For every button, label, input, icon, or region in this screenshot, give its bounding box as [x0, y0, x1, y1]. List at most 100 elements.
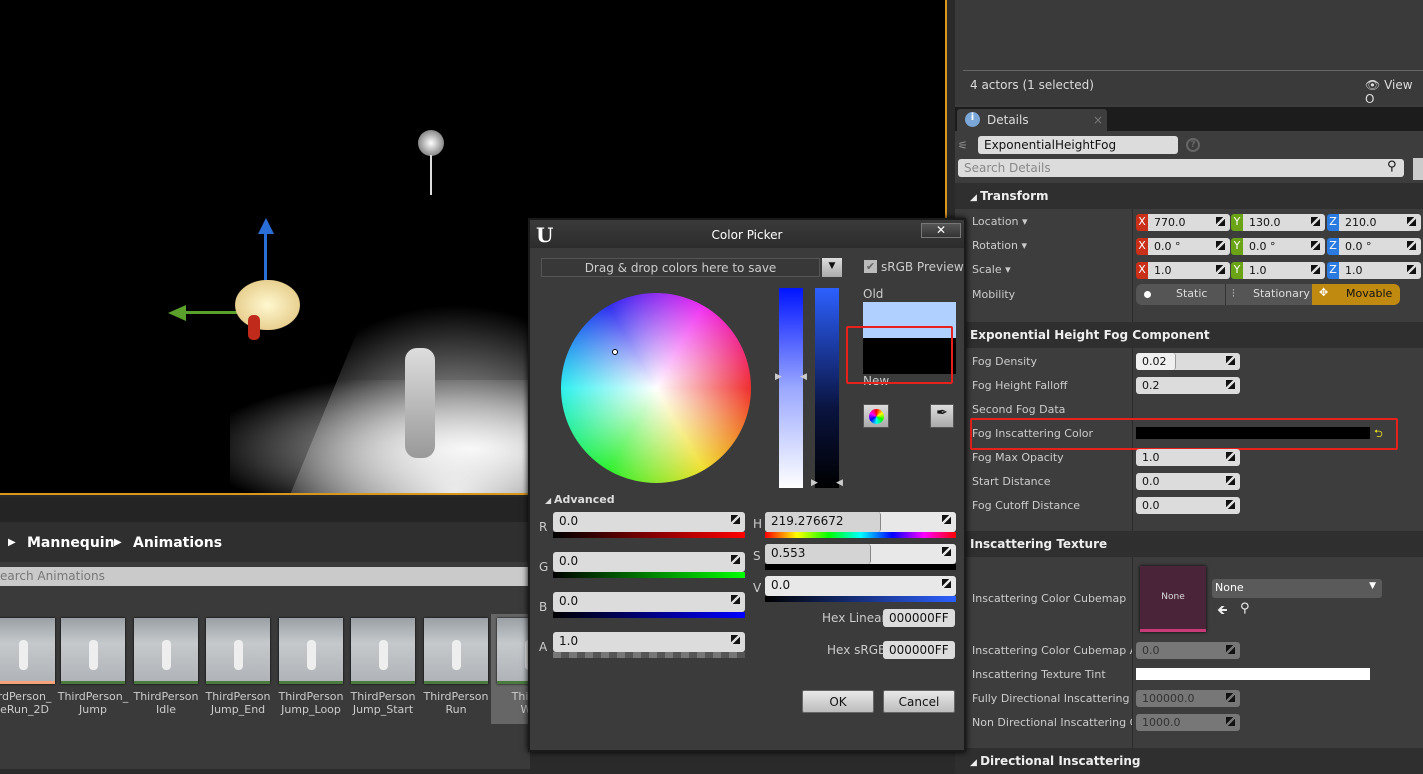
channel-g-input[interactable]: 0.0 [553, 552, 745, 572]
asset-thumbnail[interactable] [206, 618, 270, 684]
value-handle-right[interactable]: ◀ [836, 478, 843, 488]
transform-y-input[interactable]: 130.0 [1243, 214, 1325, 231]
mobility-static[interactable]: Static [1136, 284, 1224, 305]
channel-r-gradient[interactable] [553, 532, 745, 538]
world-outliner: 4 actors (1 selected) 👁 View O [955, 0, 1423, 106]
section-fog-component[interactable]: Exponential Height Fog Component [955, 322, 1423, 348]
asset-thumbnail[interactable] [61, 618, 125, 684]
fog-cutoff-distance-input[interactable]: 0.0 [1136, 497, 1240, 514]
search-details-input[interactable]: Search Details [958, 159, 1404, 177]
channel-s-gradient[interactable] [765, 564, 956, 570]
non-directional-input[interactable]: 1000.0 [1136, 714, 1240, 731]
channel-v-input[interactable]: 0.0 [765, 576, 956, 596]
srgb-preview-checkbox[interactable]: ✔ [864, 260, 877, 273]
channel-b-input[interactable]: 0.0 [553, 592, 745, 612]
transform-z-input[interactable]: 210.0 [1339, 214, 1421, 231]
gizmo-x-arrow[interactable] [248, 315, 260, 340]
property-matrix-button[interactable] [1413, 158, 1423, 180]
cubemap-thumbnail[interactable]: None [1140, 566, 1206, 632]
channel-h-input[interactable]: 219.276672 [765, 512, 956, 532]
channel-b-gradient[interactable] [553, 612, 745, 618]
fog-density-input[interactable]: 0.02 [1136, 353, 1240, 370]
channel-r-input[interactable]: 0.0 [553, 512, 745, 532]
mobility-movable[interactable]: ✥ Movable [1312, 284, 1400, 305]
asset-name[interactable]: ThirdPerson Idle [130, 690, 202, 716]
asset-name[interactable]: ThirdPerson_ Jump [57, 690, 129, 716]
channel-a-input[interactable]: 1.0 [553, 632, 745, 652]
use-selected-arrow-icon[interactable]: 🡸 [1217, 601, 1228, 623]
asset-name[interactable]: ThirdPerson Run [420, 690, 492, 716]
color-wheel-mode-button[interactable] [863, 404, 889, 428]
view-options-button[interactable]: 👁 View O [1365, 78, 1423, 106]
transform-x-input[interactable]: 1.0 [1148, 262, 1230, 279]
transform-z-input[interactable]: 1.0 [1339, 262, 1421, 279]
color-wheel[interactable] [561, 293, 751, 483]
mannequin-character[interactable] [405, 348, 435, 458]
channel-g-gradient[interactable] [553, 572, 745, 578]
saturation-handle-left[interactable]: ▶ [775, 372, 782, 382]
saturation-slider[interactable] [779, 288, 803, 488]
asset-thumbnail[interactable] [279, 618, 343, 684]
asset-thumbnail[interactable] [134, 618, 198, 684]
asset-name[interactable]: irdPerson_ leRun_2D [0, 690, 59, 716]
transform-x-input[interactable]: 0.0 ° [1148, 238, 1230, 255]
channel-h-gradient[interactable] [765, 532, 956, 538]
asset-name[interactable]: ThirdPerson Jump_End [202, 690, 274, 716]
spotlight-icon[interactable] [418, 130, 444, 156]
tint-color-swatch[interactable] [1136, 668, 1370, 680]
fully-directional-input[interactable]: 100000.0 [1136, 690, 1240, 707]
channel-a-gradient[interactable] [553, 652, 745, 658]
hex-linear-input[interactable]: 000000FF [883, 609, 955, 627]
channel-v-gradient[interactable] [765, 596, 956, 602]
object-name-input[interactable]: ExponentialHeightFog [978, 136, 1178, 154]
channel-a-value: 1.0 [559, 634, 579, 648]
asset-name[interactable]: ThirdPWa [493, 690, 530, 716]
cancel-button[interactable]: Cancel [883, 690, 955, 713]
asset-name[interactable]: ThirdPerson Jump_Loop [275, 690, 347, 716]
fog-height-falloff-input[interactable]: 0.2 [1136, 377, 1240, 394]
transform-row-label[interactable]: Rotation ▾ [972, 239, 1132, 252]
chevron-down-icon[interactable]: ▼ [822, 258, 842, 277]
asset-thumbnail[interactable] [0, 618, 55, 684]
fog-max-opacity-input[interactable]: 1.0 [1136, 449, 1240, 466]
channel-g-label: G [539, 560, 549, 574]
transform-row-label[interactable]: Location ▾ [972, 215, 1132, 228]
section-directional-inscattering[interactable]: ◢ Directional Inscattering [955, 748, 1423, 774]
cubemap-asset-dropdown[interactable]: None ▼ [1212, 579, 1382, 598]
close-button[interactable]: ✕ [921, 223, 961, 238]
color-wheel-cursor[interactable] [612, 349, 618, 355]
asset-name[interactable]: ThirdPerson Jump_Start [347, 690, 419, 716]
section-transform[interactable]: ◢ Transform [955, 183, 1423, 209]
transform-y-input[interactable]: 1.0 [1243, 262, 1325, 279]
search-icon[interactable]: ⚲ [1387, 159, 1397, 174]
column-splitter[interactable] [1132, 183, 1133, 769]
mobility-stationary[interactable]: ⫶ Stationary [1225, 284, 1312, 305]
mannequin-figure [452, 640, 461, 670]
value-slider[interactable] [815, 288, 839, 488]
browse-search-icon[interactable]: ⚲ [1240, 601, 1250, 616]
asset-thumbnail[interactable] [424, 618, 488, 684]
saturation-handle-right[interactable]: ◀ [800, 372, 807, 382]
saved-colors-bar[interactable]: Drag & drop colors here to save [541, 258, 820, 277]
asset-thumbnail[interactable] [497, 618, 530, 684]
hex-srgb-input[interactable]: 000000FF [883, 641, 955, 659]
value-handle-left[interactable]: ▶ [811, 478, 818, 488]
ok-button[interactable]: OK [802, 690, 874, 713]
dialog-title-bar[interactable]: U Color Picker ✕ [530, 220, 964, 248]
cubemap-angle-input[interactable]: 0.0 [1136, 642, 1240, 659]
fog-actor-icon[interactable] [235, 280, 300, 330]
channel-s-input[interactable]: 0.553 [765, 544, 956, 564]
section-inscattering-texture[interactable]: Inscattering Texture [955, 531, 1423, 557]
start-distance-input[interactable]: 0.0 [1136, 473, 1240, 490]
transform-z-input[interactable]: 0.0 ° [1339, 238, 1421, 255]
transform-y-input[interactable]: 0.0 ° [1243, 238, 1325, 255]
transform-x-input[interactable]: 770.0 [1148, 214, 1230, 231]
transform-row-label[interactable]: Scale ▾ [972, 263, 1132, 276]
asset-thumbnail[interactable] [351, 618, 415, 684]
eyedropper-button[interactable]: ✒ [930, 404, 954, 428]
close-tab-icon[interactable]: × [1093, 113, 1103, 127]
advanced-toggle[interactable]: ◢ Advanced [545, 493, 615, 506]
help-icon[interactable]: ? [1186, 138, 1200, 152]
second-fog-data-label[interactable]: Second Fog Data [972, 403, 1132, 416]
tab-details[interactable]: i Details × [957, 109, 1107, 131]
